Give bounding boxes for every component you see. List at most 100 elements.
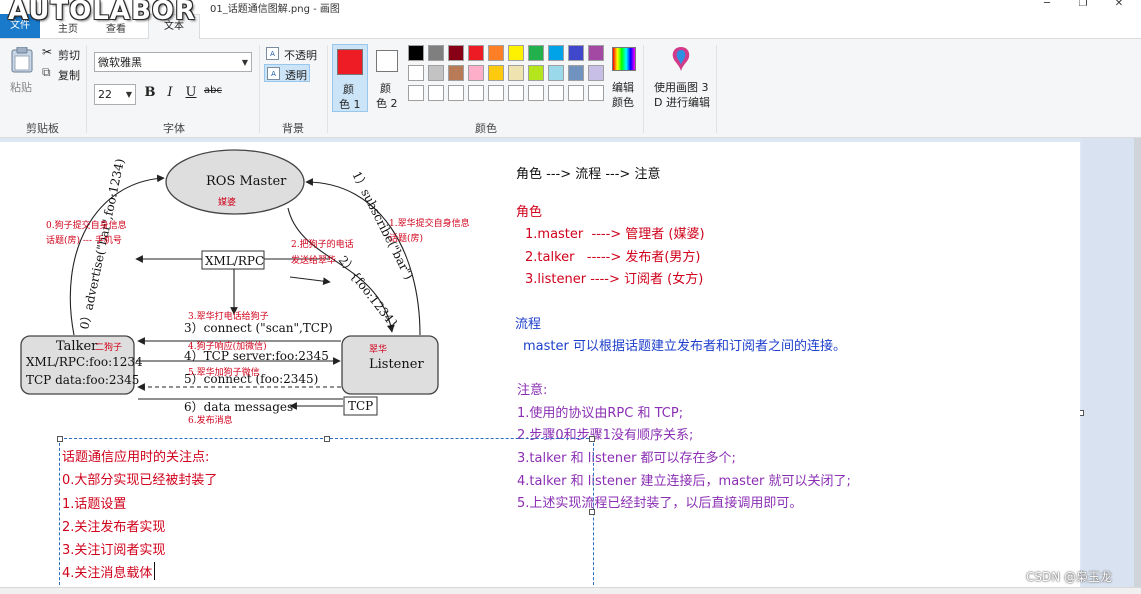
copy-button[interactable]: ⧉ 复制: [42, 65, 84, 82]
selection-handle[interactable]: [589, 509, 595, 515]
talker-note: 二狗子: [95, 341, 122, 353]
role-master: 1.master ----> 管理者 (媒婆): [525, 227, 705, 242]
palette-swatch[interactable]: [468, 85, 484, 101]
edit-colors-line1: 编辑: [612, 81, 634, 94]
chevron-down-icon: ▼: [241, 58, 248, 67]
role-listener: 3.listener ----> 订阅者 (女方): [525, 272, 704, 287]
palette-swatch[interactable]: [528, 65, 544, 81]
palette-swatch[interactable]: [588, 65, 604, 81]
role-talker: 2.talker -----> 发布者(男方): [525, 250, 701, 265]
palette-swatch[interactable]: [488, 65, 504, 81]
drawing-canvas[interactable]: ROS Master 媒婆 Talker 二狗子 XML/RPC:foo:123…: [0, 142, 1080, 590]
note1-line1: 1.翠华提交自身信息: [389, 217, 470, 229]
group-divider: [643, 45, 644, 133]
background-group-label: 背景: [282, 122, 304, 135]
palette-swatch[interactable]: [508, 85, 524, 101]
vertical-scrollbar[interactable]: [1134, 138, 1141, 587]
tcp-label: TCP: [348, 399, 373, 413]
palette-swatch[interactable]: [568, 65, 584, 81]
autolabor-logo: AUTOLABOR: [8, 0, 196, 26]
opaque-option[interactable]: A 不透明: [266, 46, 322, 62]
palette-swatch[interactable]: [568, 85, 584, 101]
talker-line1: XML/RPC:foo:1234: [26, 355, 143, 369]
palette-swatch[interactable]: [548, 65, 564, 81]
palette-swatch[interactable]: [508, 45, 524, 61]
listener-note: 翠华: [369, 343, 387, 355]
color1-swatch: [337, 49, 363, 75]
palette-swatch[interactable]: [428, 65, 444, 81]
selection-handle[interactable]: [589, 436, 595, 442]
paint3d-button[interactable]: 使用画图 3 D 进行编辑: [650, 45, 712, 113]
textbox-line-5[interactable]: 4.关注消息载体: [62, 562, 152, 581]
paste-button[interactable]: 粘贴: [8, 45, 38, 99]
palette-swatch[interactable]: [528, 45, 544, 61]
palette-swatch[interactable]: [548, 85, 564, 101]
palette-swatch[interactable]: [468, 65, 484, 81]
scissors-icon: ✂: [42, 45, 53, 59]
palette-swatch[interactable]: [428, 85, 444, 101]
underline-button[interactable]: U: [183, 85, 199, 103]
color2-swatch: [376, 50, 398, 72]
flow-text: master 可以根据话题建立发布者和订阅者之间的连接。: [523, 339, 846, 354]
textbox-line-0[interactable]: 话题通信应用时的关注点:: [62, 446, 209, 465]
palette-swatch[interactable]: [488, 85, 504, 101]
opaque-icon: A: [266, 47, 279, 60]
palette-swatch[interactable]: [428, 45, 444, 61]
font-family-select[interactable]: 微软雅黑 ▼: [94, 52, 252, 72]
rainbow-icon: [612, 47, 636, 71]
palette-swatch[interactable]: [488, 45, 504, 61]
textbox-line-4[interactable]: 3.关注订阅者实现: [62, 539, 165, 558]
palette-swatch[interactable]: [408, 45, 424, 61]
minimize-button[interactable]: ─: [1032, 0, 1062, 12]
selection-handle[interactable]: [57, 436, 63, 442]
color1-label-line1: 颜: [343, 83, 354, 96]
palette-swatch[interactable]: [548, 45, 564, 61]
cut-button[interactable]: ✂ 剪切: [42, 45, 84, 62]
palette-swatch[interactable]: [408, 65, 424, 81]
bold-button[interactable]: B: [142, 85, 158, 103]
palette-swatch[interactable]: [448, 85, 464, 101]
palette-swatch[interactable]: [468, 45, 484, 61]
italic-button[interactable]: I: [162, 85, 178, 103]
selection-handle[interactable]: [324, 436, 330, 442]
edit-colors-button[interactable]: 编辑 颜色: [608, 45, 638, 113]
workspace-margin: [1082, 138, 1141, 587]
attention-title: 注意:: [517, 383, 548, 398]
close-button[interactable]: ✕: [1104, 0, 1134, 12]
note2-line1: 2.把狗子的电话: [291, 238, 354, 250]
paste-label: 粘贴: [10, 81, 32, 94]
copy-label: 复制: [58, 69, 80, 82]
palette-swatch[interactable]: [588, 85, 604, 101]
font-size-select[interactable]: 22 ▼: [94, 84, 136, 105]
color1-button[interactable]: 颜 色 1: [332, 44, 368, 112]
note4: 4.狗子响应(加微信): [188, 340, 267, 352]
textbox-line-2[interactable]: 1.话题设置: [62, 493, 126, 512]
xmlrpc-label: XML/RPC: [205, 254, 264, 268]
cut-label: 剪切: [58, 49, 80, 62]
palette-swatch[interactable]: [528, 85, 544, 101]
paint3d-line1: 使用画图 3: [654, 81, 709, 94]
palette-swatch[interactable]: [448, 65, 464, 81]
restore-button[interactable]: ❐: [1068, 0, 1098, 12]
textbox-line-3[interactable]: 2.关注发布者实现: [62, 516, 165, 535]
talker-label: Talker: [56, 339, 98, 354]
palette-swatch[interactable]: [448, 45, 464, 61]
step3-label: 3）connect ("scan",TCP): [184, 321, 333, 335]
strikethrough-button[interactable]: abc: [204, 85, 222, 103]
textbox-line-1[interactable]: 0.大部分实现已经被封装了: [62, 469, 217, 488]
palette-swatch[interactable]: [508, 65, 524, 81]
palette-swatch[interactable]: [588, 45, 604, 61]
transparent-option[interactable]: A 透明: [264, 64, 310, 82]
clipboard-icon: [11, 47, 33, 73]
step6-label: 6）data messages: [184, 400, 293, 414]
flow-title: 流程: [515, 317, 542, 332]
text-cursor: [154, 562, 155, 580]
palette-swatch[interactable]: [568, 45, 584, 61]
group-divider: [327, 45, 328, 133]
listener-label: Listener: [369, 357, 424, 372]
step2-label: 2）{foo:1234}: [336, 253, 401, 331]
paint3d-line2: D 进行编辑: [654, 96, 710, 109]
palette-swatch[interactable]: [408, 85, 424, 101]
note2-line2: 发送给翠华: [291, 254, 336, 266]
color2-button[interactable]: 颜 色 2: [372, 44, 406, 112]
